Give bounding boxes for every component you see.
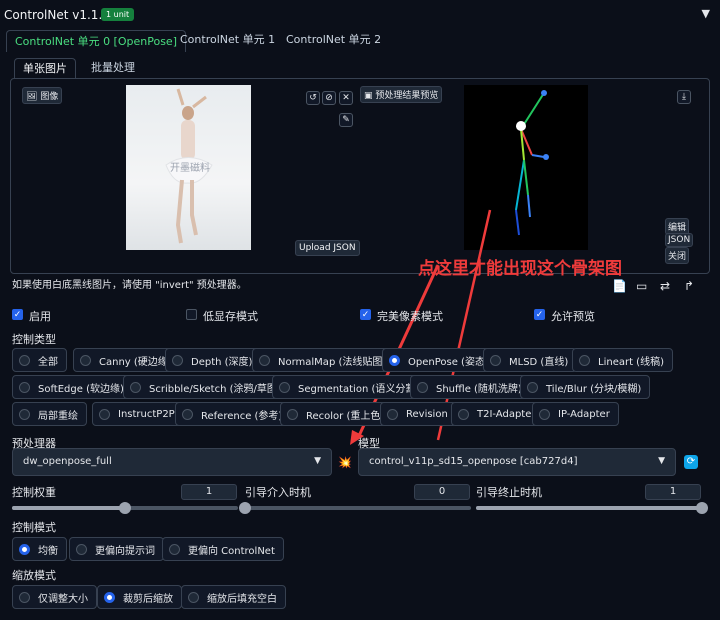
radio-dot [387,408,398,420]
refresh-icon[interactable]: ⟳ [684,455,698,469]
control-weight-label: 控制权重 [12,486,56,499]
control-type-option[interactable]: Scribble/Sketch (涂鸦/草图) [123,375,290,399]
chevron-down-icon: ▼ [658,456,665,466]
radio-dot [579,354,590,366]
slider-handle[interactable] [696,502,708,514]
control-type-option[interactable]: 局部重绘 [12,402,87,426]
low-vram-checkbox[interactable] [186,309,197,320]
control-type-option[interactable]: InstructP2P [92,402,184,426]
radio-dot [19,408,30,420]
control-type-label: 控制类型 [12,333,56,346]
run-preprocessor-icon[interactable]: 💥 [338,456,352,469]
slider-handle[interactable] [239,502,251,514]
allow-preview-label: 允许预览 [551,310,595,323]
resize-mode-just-resize[interactable]: 仅调整大小 [12,585,97,609]
control-type-option[interactable]: Shuffle (随机洗牌) [410,375,531,399]
slider-handle[interactable] [119,502,131,514]
preprocessor-select[interactable]: dw_openpose_full ▼ [12,448,332,476]
model-select[interactable]: control_v11p_sd15_openpose [cab727d4] ▼ [358,448,676,476]
slider-fill [12,506,125,510]
resize-mode-label: 缩放模式 [12,569,56,582]
guidance-start-slider[interactable] [239,502,471,514]
control-type-option[interactable]: Segmentation (语义分割) [272,375,429,399]
control-type-option[interactable]: Revision [380,402,457,426]
radio-dot [182,408,193,420]
control-type-option[interactable]: NormalMap (法线贴图) [252,348,396,372]
control-mode-controlnet[interactable]: 更偏向 ControlNet [162,537,284,561]
radio-dot [259,354,270,366]
control-type-option[interactable]: Recolor (重上色) [280,402,394,426]
control-type-option[interactable]: 全部 [12,348,67,372]
radio-dot [130,381,141,393]
radio-dot [279,381,290,393]
radio-dot [287,408,298,420]
radio-dot [169,543,180,555]
radio-dot [76,543,87,555]
radio-dot [188,591,199,603]
control-mode-prompt[interactable]: 更偏向提示词 [69,537,164,561]
control-weight-slider[interactable] [12,502,238,514]
enable-label: 启用 [29,310,51,323]
control-type-option-selected[interactable]: OpenPose (姿态) [382,348,498,372]
swap-icon[interactable]: ⇄ [660,279,670,293]
pixel-perfect-label: 完美像素模式 [377,310,443,323]
control-type-option[interactable]: Depth (深度) [165,348,262,372]
radio-dot [19,354,30,366]
radio-dot [490,354,501,366]
guidance-start-label: 引导介入时机 [245,486,311,499]
slider-fill [476,506,702,510]
document-icon[interactable]: 📄 [612,279,627,293]
control-type-option[interactable]: SoftEdge (软边缘) [12,375,133,399]
radio-dot [19,381,30,393]
radio-dot-selected [104,591,115,603]
control-type-option[interactable]: Reference (参考) [175,402,292,426]
guidance-end-input[interactable]: 1 [645,484,701,500]
guidance-start-input[interactable]: 0 [414,484,470,500]
radio-dot [417,381,428,393]
radio-dot [172,354,183,366]
radio-dot [539,408,550,420]
enable-checkbox[interactable]: ✓ [12,309,23,320]
low-vram-label: 低显存模式 [203,310,258,323]
radio-dot [527,381,538,393]
control-type-option[interactable]: Lineart (线稿) [572,348,673,372]
radio-dot-selected [389,354,400,366]
control-type-option[interactable]: Tile/Blur (分块/模糊) [520,375,651,399]
control-mode-balanced[interactable]: 均衡 [12,537,67,561]
camera-icon[interactable]: ▭ [636,279,647,293]
radio-dot [80,354,91,366]
radio-dot-selected [19,543,30,555]
control-type-option[interactable]: IP-Adapter [532,402,619,426]
radio-dot [19,591,30,603]
control-type-option[interactable]: T2I-Adapter [451,402,545,426]
chevron-down-icon: ▼ [314,456,321,466]
resize-mode-crop[interactable]: 裁剪后缩放 [97,585,182,609]
radio-dot [99,408,110,420]
allow-preview-checkbox[interactable]: ✓ [534,309,545,320]
send-icon[interactable]: ↱ [684,279,694,293]
guidance-end-slider[interactable] [476,502,708,514]
resize-mode-fill[interactable]: 缩放后填充空白 [181,585,286,609]
guidance-end-label: 引导终止时机 [476,486,542,499]
control-weight-input[interactable]: 1 [181,484,237,500]
control-mode-label: 控制模式 [12,521,56,534]
radio-dot [458,408,469,420]
control-type-option[interactable]: MLSD (直线) [483,348,578,372]
pixel-perfect-checkbox[interactable]: ✓ [360,309,371,320]
